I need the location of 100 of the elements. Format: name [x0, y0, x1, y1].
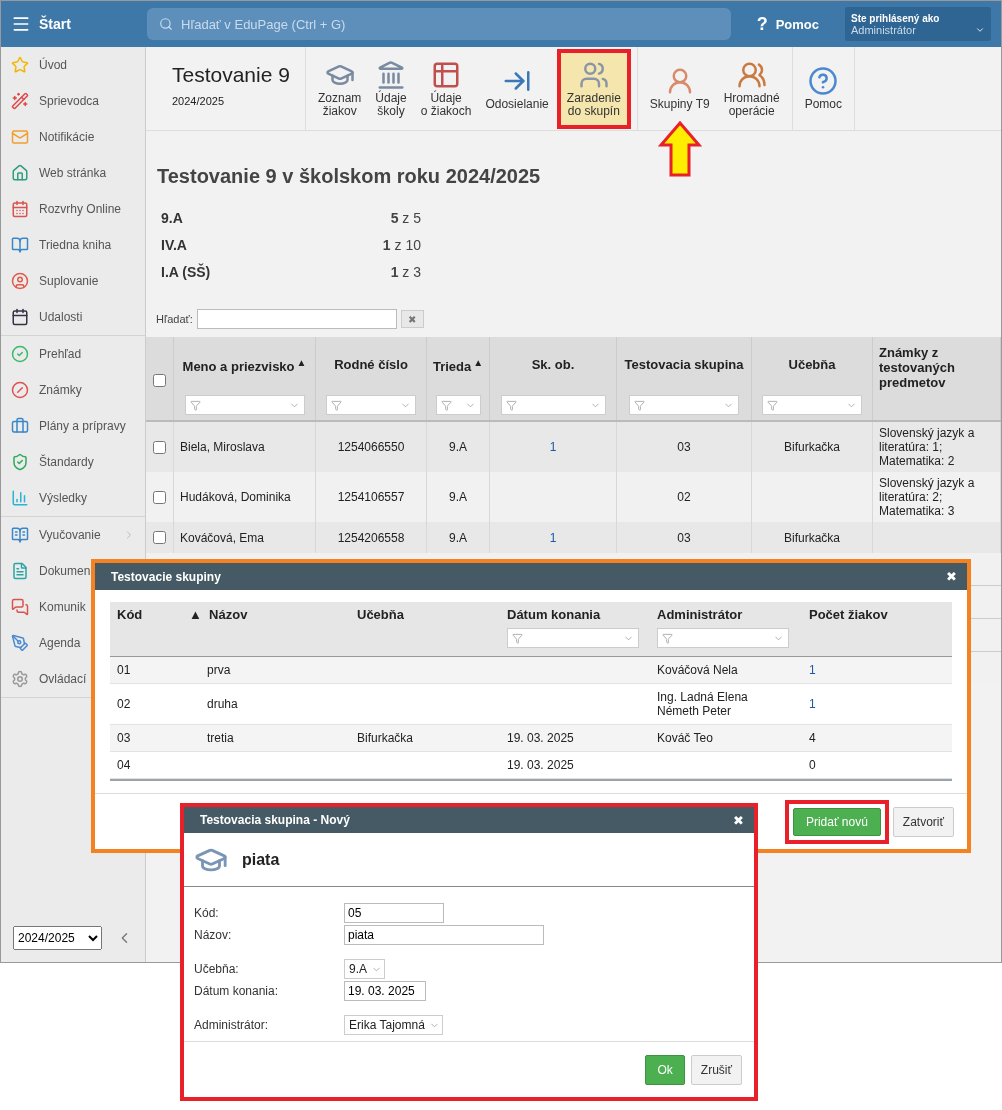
- table-row[interactable]: 03 tretia Bifurkačka 19. 03. 2025 Kováč Teo 4: [110, 725, 952, 752]
- filter-field[interactable]: [507, 628, 639, 648]
- class-count: 1 z 3: [389, 263, 421, 280]
- filter-field[interactable]: [184, 395, 305, 415]
- row-checkbox[interactable]: [153, 490, 166, 504]
- table-cell-text: Slovenský jazyk a literatúra: 2; Matematika: 3: [879, 476, 976, 518]
- calendar-grid-icon: [11, 200, 29, 218]
- filter-icon: [512, 632, 523, 644]
- user-role: Administrátor: [851, 23, 916, 36]
- search-input[interactable]: [196, 309, 397, 329]
- sidebar-item[interactable]: Sprievodca: [1, 83, 145, 119]
- sidebar-item[interactable]: Vyučovanie: [1, 517, 145, 553]
- help-icon: [808, 66, 839, 97]
- column-header[interactable]: Testovacia skupina: [624, 357, 744, 372]
- toolbar-button[interactable]: Zoznam žiakov: [312, 55, 368, 122]
- table-link[interactable]: 1: [809, 663, 816, 677]
- filter-icon: [767, 399, 778, 411]
- table-cell: 1254066550: [337, 440, 405, 454]
- sidebar-item[interactable]: Prehľad: [1, 336, 145, 372]
- sidebar-item[interactable]: Známky: [1, 372, 145, 408]
- table-link[interactable]: 1: [549, 530, 557, 545]
- table-cell: 02: [117, 697, 131, 711]
- table-cell: Kováčová Nela: [657, 663, 738, 677]
- column-header[interactable]: Administrátor: [657, 607, 743, 622]
- filter-field[interactable]: [762, 395, 862, 415]
- sidebar-item[interactable]: Výsledky: [1, 480, 145, 516]
- document-icon: [11, 562, 29, 580]
- table-cell: Hudáková, Dominika: [180, 490, 291, 504]
- close-button[interactable]: ✖: [946, 569, 957, 584]
- row-checkbox[interactable]: [153, 531, 166, 544]
- filter-field[interactable]: [326, 395, 416, 415]
- help-link[interactable]: ? Pomoc: [756, 13, 819, 35]
- column-header[interactable]: Meno a priezvisko$^{▲}$: [182, 357, 307, 375]
- sidebar-item[interactable]: Udalosti: [1, 299, 145, 335]
- filter-field[interactable]: [629, 395, 739, 415]
- close-button[interactable]: ✖: [733, 812, 744, 828]
- sidebar-item[interactable]: Úvod: [1, 47, 145, 83]
- filter-icon: [331, 399, 342, 411]
- open-book-icon: [11, 526, 29, 544]
- user-caption: Ste prihlásený ako: [851, 12, 941, 24]
- select-field[interactable]: 9.A: [344, 959, 385, 980]
- clear-button[interactable]: ✖: [400, 310, 424, 328]
- start-menu-button[interactable]: Štart: [11, 14, 137, 34]
- column-header[interactable]: Trieda$^{▲}$: [432, 357, 484, 375]
- column-header[interactable]: ▲ Názov: [189, 607, 248, 622]
- toolbar-button[interactable]: Údaje školy: [369, 55, 413, 122]
- table-row[interactable]: 01 prva Kováčová Nela 1: [110, 657, 952, 684]
- table-cell: 19. 03. 2025: [507, 758, 574, 772]
- input-field[interactable]: 05: [344, 903, 444, 924]
- sidebar-item[interactable]: Notifikácie: [1, 119, 145, 155]
- column-header[interactable]: Známky z testovaných predmetov: [879, 345, 994, 390]
- select-field[interactable]: Erika Tajomná: [344, 1015, 443, 1036]
- select-all-checkbox[interactable]: [153, 373, 166, 387]
- table-cell: Bifurkačka: [784, 440, 840, 454]
- close-dialog-button[interactable]: Zatvoriť: [892, 806, 954, 837]
- input-field[interactable]: piata: [344, 925, 544, 946]
- year-select[interactable]: 2024/2025: [13, 926, 103, 950]
- search-field[interactable]: Hľadať v EduPage (Ctrl + G): [147, 8, 731, 40]
- column-header[interactable]: Kód: [117, 607, 143, 622]
- sidebar-item[interactable]: Web stránka: [1, 155, 145, 191]
- sidebar-item[interactable]: Suplovanie: [1, 263, 145, 299]
- table-cell: Kováčová, Ema: [180, 530, 265, 545]
- sidebar-item[interactable]: Rozvrhy Online: [1, 191, 145, 227]
- envelope-icon: [11, 128, 29, 146]
- cancel-button[interactable]: Zrušiť: [690, 1054, 742, 1085]
- sidebar-item[interactable]: Triedna kniha: [1, 227, 145, 263]
- column-header[interactable]: Sk. ob.: [531, 357, 575, 372]
- row-checkbox[interactable]: [153, 440, 166, 454]
- class-name: 9.A: [161, 209, 184, 226]
- toolbar-button[interactable]: Hromadné operácie: [717, 55, 786, 122]
- column-header[interactable]: Učebňa: [357, 607, 404, 622]
- table-row[interactable]: Biela, Miroslava 1254066550 9.A 1 03 Bifurkačka Slovenský jazyk a literatúra: 1; Matematika: 2: [146, 422, 1001, 472]
- table-cell: 03: [677, 530, 691, 545]
- sidebar-item[interactable]: Plány a prípravy: [1, 408, 145, 444]
- column-header[interactable]: Učebňa: [788, 357, 836, 372]
- toolbar-button[interactable]: Zaradenie do skupín: [556, 48, 631, 129]
- toolbar-button[interactable]: Skupiny T9: [643, 62, 716, 115]
- toolbar-button[interactable]: Pomoc: [798, 62, 849, 115]
- table-cell: Ing. Ladná Elena: [657, 690, 748, 704]
- toolbar-button[interactable]: Údaje o žiakoch: [414, 55, 478, 122]
- user-menu[interactable]: Ste prihlásený ako Administrátor: [845, 7, 991, 41]
- menu-icon: [11, 14, 31, 34]
- sidebar-item[interactable]: Štandardy: [1, 444, 145, 480]
- filter-field[interactable]: [657, 628, 789, 648]
- column-header[interactable]: Rodné číslo: [334, 357, 408, 372]
- table-link[interactable]: 1: [549, 440, 557, 454]
- column-header[interactable]: Dátum konania: [507, 607, 601, 622]
- table-row[interactable]: Kováčová, Ema 1254206558 9.A 1 03 Bifurkačka: [146, 522, 1001, 553]
- filter-field[interactable]: [435, 395, 481, 415]
- toolbar-button[interactable]: Odosielanie: [479, 62, 555, 115]
- table-cell: Bifurkačka: [357, 731, 414, 745]
- filter-icon: [662, 632, 673, 644]
- table-link[interactable]: 1: [809, 697, 816, 711]
- search-label: Hľadať:: [156, 313, 193, 325]
- calendar-icon: [11, 308, 29, 326]
- filter-field[interactable]: [500, 395, 606, 415]
- field-label: Názov:: [194, 928, 233, 943]
- input-field[interactable]: 19. 03. 2025: [344, 981, 426, 1002]
- book-icon: [11, 236, 29, 254]
- column-header[interactable]: Počet žiakov: [809, 607, 888, 622]
